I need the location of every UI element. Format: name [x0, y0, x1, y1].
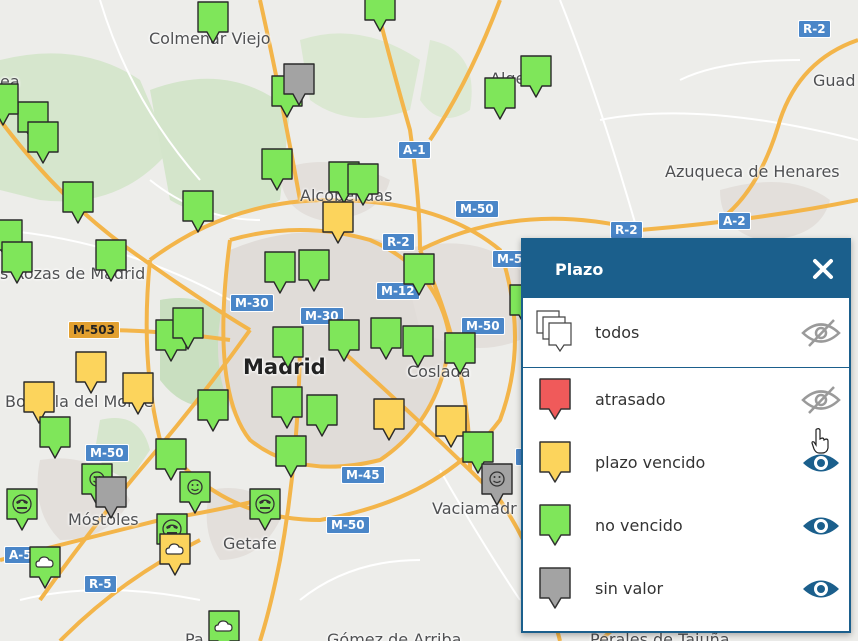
map-marker[interactable] — [94, 238, 128, 284]
map-marker[interactable] — [0, 82, 20, 128]
map-marker[interactable] — [196, 388, 230, 434]
filter-row-plazo-vencido[interactable]: plazo vencido — [523, 431, 849, 494]
map-marker[interactable] — [443, 331, 477, 377]
road-shield: R-5 — [84, 575, 117, 593]
red-marker-icon — [535, 376, 575, 424]
road-shield: M-503 — [68, 321, 120, 339]
eye-slash-icon[interactable] — [801, 318, 841, 348]
map-marker[interactable] — [321, 200, 355, 246]
road-shield: R-2 — [382, 233, 415, 251]
place-label: Pa — [185, 630, 204, 641]
map-marker[interactable] — [369, 316, 403, 362]
green-marker-icon — [535, 502, 575, 550]
map-marker[interactable] — [260, 147, 294, 193]
road-shield: R-2 — [798, 20, 831, 38]
place-label: Getafe — [223, 534, 277, 553]
panel-header: Plazo — [523, 240, 849, 298]
filter-label: no vencido — [595, 516, 683, 535]
filter-label: sin valor — [595, 579, 664, 598]
map-marker[interactable] — [38, 415, 72, 461]
map-marker[interactable] — [282, 62, 316, 108]
place-label: Azuqueca de Henares — [665, 162, 840, 181]
map-marker[interactable] — [372, 397, 406, 443]
close-icon[interactable] — [811, 257, 835, 281]
map-marker-phone[interactable] — [5, 487, 39, 533]
filter-row-no-vencido[interactable]: no vencido — [523, 494, 849, 557]
plazo-filter-panel: Plazo todos atrasado plazo vencido no ve… — [521, 238, 851, 633]
filter-row-sin-valor[interactable]: sin valor — [523, 557, 849, 620]
map-marker-cloud[interactable] — [207, 609, 241, 641]
filter-row-atrasado[interactable]: atrasado — [523, 368, 849, 431]
map-marker[interactable] — [263, 250, 297, 296]
map-marker[interactable] — [363, 0, 397, 34]
map-marker[interactable] — [121, 371, 155, 417]
map-marker[interactable] — [61, 180, 95, 226]
road-shield: M-50 — [85, 444, 129, 462]
map-marker[interactable] — [271, 325, 305, 371]
map-marker[interactable] — [270, 385, 304, 431]
map-marker[interactable] — [274, 434, 308, 480]
map-marker[interactable] — [181, 189, 215, 235]
filter-label: plazo vencido — [595, 453, 706, 472]
map-marker[interactable] — [519, 54, 553, 100]
filter-row-todos[interactable]: todos — [523, 298, 849, 368]
map-marker[interactable] — [196, 0, 230, 46]
map-marker-phone[interactable] — [248, 487, 282, 533]
road-shield: R-2 — [610, 221, 643, 239]
hand-cursor-icon — [811, 428, 829, 454]
map-marker[interactable] — [297, 248, 331, 294]
road-shield: A-2 — [718, 212, 751, 230]
map-marker[interactable] — [483, 76, 517, 122]
map-marker[interactable] — [26, 120, 60, 166]
filter-label: atrasado — [595, 390, 666, 409]
map-marker-smile[interactable] — [178, 470, 212, 516]
map-marker[interactable] — [401, 324, 435, 370]
map-marker[interactable] — [0, 240, 34, 286]
place-label: Gómez de Arriba — [327, 630, 462, 641]
road-shield: M-50 — [455, 200, 499, 218]
map-marker[interactable] — [171, 306, 205, 352]
eye-slash-icon[interactable] — [801, 385, 841, 415]
gray-marker-icon — [535, 565, 575, 613]
map-marker[interactable] — [327, 318, 361, 364]
eye-icon[interactable] — [801, 511, 841, 541]
map-marker[interactable] — [94, 475, 128, 521]
panel-title: Plazo — [555, 259, 604, 279]
filter-label: todos — [595, 323, 640, 342]
road-shield: M-30 — [230, 294, 274, 312]
road-shield: M-50 — [326, 516, 370, 534]
place-label: Guad — [813, 71, 856, 90]
map-marker-cloud[interactable] — [28, 545, 62, 591]
map-marker[interactable] — [305, 393, 339, 439]
map-marker[interactable] — [402, 252, 436, 298]
map-marker-cloud[interactable] — [158, 532, 192, 578]
map-marker-smile[interactable] — [480, 462, 514, 508]
stacked-markers-icon — [535, 309, 575, 357]
eye-icon[interactable] — [801, 574, 841, 604]
road-shield: M-45 — [341, 466, 385, 484]
road-shield: A-1 — [398, 141, 431, 159]
map-marker[interactable] — [74, 350, 108, 396]
yellow-marker-icon — [535, 439, 575, 487]
